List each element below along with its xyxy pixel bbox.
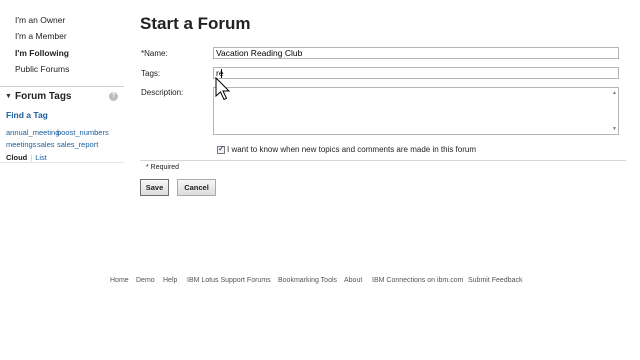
sidebar-item-following[interactable]: I'm Following bbox=[15, 48, 69, 58]
tags-label: Tags: bbox=[141, 69, 161, 78]
footer-link-submit-feedback[interactable]: Submit Feedback bbox=[468, 277, 522, 284]
tags-field[interactable] bbox=[213, 67, 619, 79]
tag-link[interactable]: annual_meeting bbox=[6, 128, 59, 137]
forum-tags-title: Forum Tags bbox=[15, 91, 72, 102]
footer-link-support-forums[interactable]: IBM Lotus Support Forums bbox=[187, 277, 271, 284]
cloud-view-label: Cloud bbox=[6, 153, 28, 162]
cancel-button[interactable]: Cancel bbox=[177, 179, 216, 196]
page-title: Start a Forum bbox=[140, 14, 251, 33]
sidebar-divider bbox=[0, 162, 124, 163]
notify-checkbox[interactable]: ✓ bbox=[217, 143, 225, 154]
tag-link[interactable]: meetings bbox=[6, 140, 36, 149]
checkmark-icon: ✓ bbox=[218, 143, 225, 153]
save-button[interactable]: Save bbox=[140, 179, 169, 196]
footer-link-bookmarking-tools[interactable]: Bookmarking Tools bbox=[278, 277, 337, 284]
name-field[interactable] bbox=[213, 47, 619, 59]
footer-link-help[interactable]: Help bbox=[163, 277, 177, 284]
list-view-link[interactable]: List bbox=[35, 153, 47, 162]
scroll-down-icon[interactable]: ▼ bbox=[612, 126, 617, 132]
sidebar-item-public-forums[interactable]: Public Forums bbox=[15, 64, 69, 74]
notify-label: I want to know when new topics and comme… bbox=[227, 145, 477, 155]
tag-link[interactable]: sales bbox=[37, 140, 55, 149]
sidebar-divider bbox=[0, 86, 124, 87]
description-label: Description: bbox=[141, 88, 184, 97]
view-separator: | bbox=[30, 153, 33, 162]
help-icon[interactable]: ? bbox=[109, 92, 118, 101]
sidebar: I'm an Owner I'm a Member I'm Following … bbox=[0, 0, 124, 360]
scroll-up-icon[interactable]: ▲ bbox=[612, 90, 617, 96]
forum-tags-header[interactable]: ▼ Forum Tags ? bbox=[5, 91, 120, 104]
form-divider bbox=[140, 160, 626, 161]
notify-option[interactable]: ✓ I want to know when new topics and comm… bbox=[217, 143, 477, 155]
required-note: * Required bbox=[146, 164, 180, 171]
mouse-pointer-icon bbox=[215, 77, 231, 101]
find-a-tag-link[interactable]: Find a Tag bbox=[6, 110, 48, 120]
tag-link[interactable]: boost_numbers bbox=[57, 128, 109, 137]
tag-link[interactable]: sales_report bbox=[57, 140, 98, 149]
footer: Home Demo Help IBM Lotus Support Forums … bbox=[0, 277, 640, 289]
sidebar-item-owner[interactable]: I'm an Owner bbox=[15, 15, 65, 25]
footer-link-demo[interactable]: Demo bbox=[136, 277, 155, 284]
footer-link-home[interactable]: Home bbox=[110, 277, 129, 284]
tag-view-toggle: Cloud | List bbox=[6, 153, 47, 162]
sidebar-item-member[interactable]: I'm a Member bbox=[15, 31, 67, 41]
footer-link-about[interactable]: About bbox=[344, 277, 362, 284]
description-field[interactable]: ▲ ▼ bbox=[213, 87, 619, 135]
footer-link-connections[interactable]: IBM Connections on ibm.com bbox=[372, 277, 463, 284]
name-label: *Name: bbox=[141, 49, 168, 58]
collapse-triangle-icon[interactable]: ▼ bbox=[5, 93, 12, 100]
